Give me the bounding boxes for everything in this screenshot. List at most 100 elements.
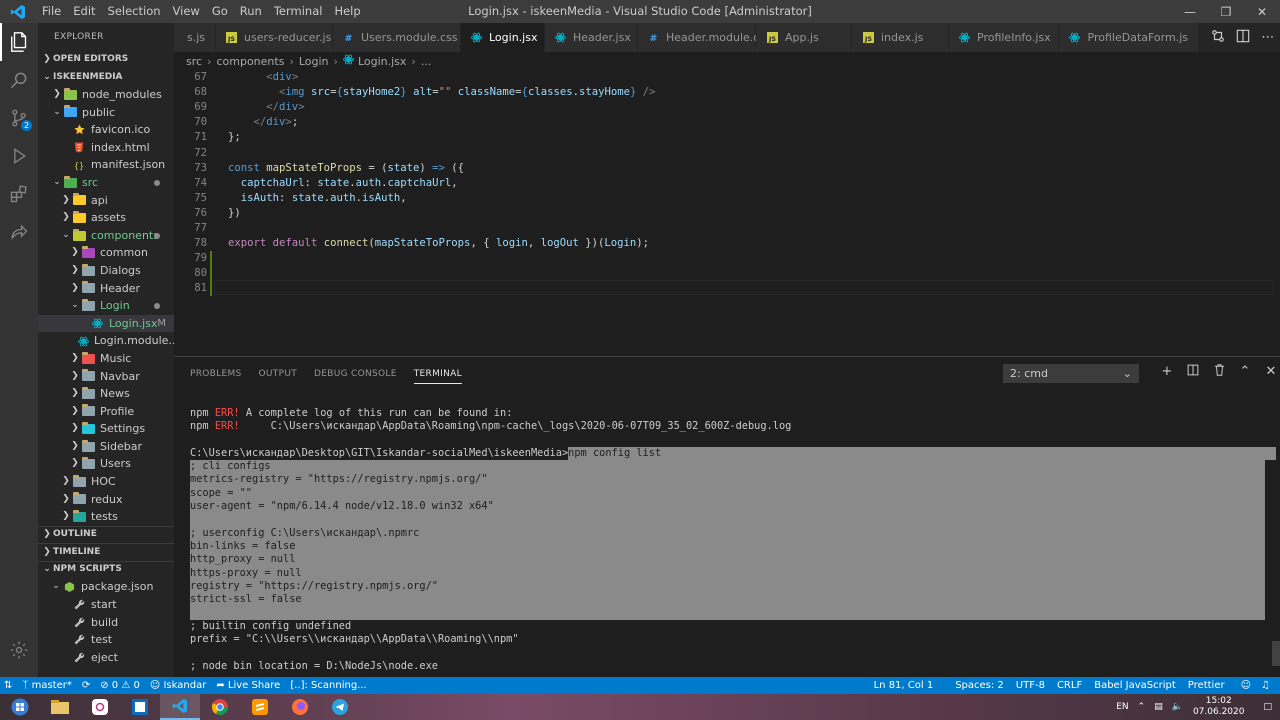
tree-folder[interactable]: ❯ assets <box>38 209 174 227</box>
close-panel-icon[interactable]: ✕ <box>1258 364 1280 380</box>
editor-tab[interactable]: s.js <box>174 23 216 52</box>
sync-icon[interactable]: ⟳ <box>82 680 90 691</box>
outlook-icon[interactable] <box>120 694 160 720</box>
tree-folder[interactable]: ❯ Header <box>38 280 174 298</box>
tree-folder[interactable]: ❯ Users <box>38 455 174 473</box>
editor-tab[interactable]: JS index.js <box>852 23 949 52</box>
new-terminal-icon[interactable]: + <box>1154 364 1180 380</box>
file-explorer-icon[interactable] <box>40 694 80 720</box>
feedback-icon[interactable]: ☺ <box>1241 680 1251 691</box>
timeline-header[interactable]: ❯ TIMELINE <box>38 543 174 561</box>
cursor-position[interactable]: Ln 81, Col 1 <box>874 680 934 691</box>
notification-center-icon[interactable]: □ <box>1263 702 1272 712</box>
editor-tab[interactable]: # Users.module.css <box>333 23 461 52</box>
telegram-icon[interactable] <box>320 694 360 720</box>
editor-tab[interactable]: ProfileInfo.jsx <box>949 23 1059 52</box>
tree-folder[interactable]: ❯ Sidebar <box>38 438 174 456</box>
tree-folder[interactable]: ❯ redux <box>38 491 174 509</box>
remote-icon[interactable]: ⇅ <box>4 680 12 691</box>
breadcrumb-components[interactable]: components <box>216 55 284 68</box>
npm-script-item[interactable]: eject <box>38 649 174 667</box>
tree-folder[interactable]: ❯ tests <box>38 508 174 526</box>
tree-folder[interactable]: ⌄ src <box>38 174 174 192</box>
maximize-panel-icon[interactable]: ⌃ <box>1232 364 1258 380</box>
npm-scripts-header[interactable]: ⌄ NPM SCRIPTS <box>38 560 174 579</box>
indentation[interactable]: Spaces: 2 <box>955 680 1004 691</box>
network-icon[interactable]: ▤ <box>1154 702 1163 712</box>
menu-file[interactable]: File <box>36 0 67 23</box>
firefox-icon[interactable] <box>280 694 320 720</box>
tree-file[interactable]: favicon.ico <box>38 121 174 139</box>
tree-folder[interactable]: ❯ Dialogs <box>38 262 174 280</box>
menu-edit[interactable]: Edit <box>67 0 101 23</box>
tree-folder[interactable]: ❯ Navbar <box>38 368 174 386</box>
editor-tab[interactable]: Header.jsx <box>545 23 638 52</box>
volume-icon[interactable]: 🔈 <box>1172 702 1183 712</box>
tray-chevron-icon[interactable]: ⌃ <box>1138 702 1146 712</box>
problems-indicator[interactable]: ⊘ 0 ⚠ 0 <box>100 680 140 691</box>
npm-script-item[interactable]: test <box>38 631 174 649</box>
terminal-scrollbar[interactable] <box>1272 641 1280 666</box>
tree-folder[interactable]: ❯ Music <box>38 350 174 368</box>
terminal-select[interactable]: 2: cmd ⌄ <box>1003 364 1139 383</box>
npm-script-item[interactable]: build <box>38 614 174 632</box>
language-mode[interactable]: Babel JavaScript <box>1094 680 1176 691</box>
tree-file[interactable]: index.html <box>38 139 174 157</box>
formatter[interactable]: Prettier <box>1188 680 1225 691</box>
tab-problems[interactable]: PROBLEMS <box>190 365 242 383</box>
explorer-icon[interactable] <box>0 23 38 61</box>
minimize-icon[interactable]: — <box>1172 0 1208 23</box>
terminal-output[interactable]: npm ERR! A complete log of this run can … <box>190 407 1277 673</box>
live-share-item[interactable]: ➦ Live Share <box>216 680 280 691</box>
editor-tab[interactable]: # Header.module.css <box>638 23 771 52</box>
tree-folder[interactable]: ❯ Settings <box>38 420 174 438</box>
tree-file[interactable]: Login.module.... <box>38 332 174 350</box>
menu-selection[interactable]: Selection <box>102 0 167 23</box>
tree-folder[interactable]: ⌄ public <box>38 104 174 122</box>
split-editor-icon[interactable] <box>1236 29 1250 46</box>
live-share-icon[interactable] <box>0 213 38 251</box>
menu-go[interactable]: Go <box>206 0 234 23</box>
clock[interactable]: 15:02 07.06.2020 <box>1193 696 1245 718</box>
tab-output[interactable]: OUTPUT <box>259 365 297 383</box>
menu-help[interactable]: Help <box>328 0 366 23</box>
npm-script-item[interactable]: start <box>38 596 174 614</box>
vscode-taskbar-icon[interactable] <box>160 694 200 720</box>
code-editor[interactable]: 67 <div> 68 <img src={stayHome2} alt="" c… <box>174 70 1280 356</box>
close-window-icon[interactable]: ✕ <box>1244 0 1280 23</box>
tab-terminal[interactable]: TERMINAL <box>413 365 462 384</box>
tree-folder[interactable]: ⌄ components <box>38 227 174 245</box>
editor-tab[interactable]: ProfileDataForm.js <box>1059 23 1199 52</box>
encoding[interactable]: UTF-8 <box>1016 680 1045 691</box>
windows-start-icon[interactable] <box>0 694 40 720</box>
editor-tab[interactable]: JS users-reducer.js <box>216 23 333 52</box>
account-item[interactable]: ☺ Iskandar <box>150 680 206 691</box>
open-changes-icon[interactable] <box>1211 29 1225 46</box>
tree-folder[interactable]: ❯ News <box>38 385 174 403</box>
editor-tab[interactable]: JS App.js <box>756 23 852 52</box>
restore-icon[interactable]: ❐ <box>1208 0 1244 23</box>
breadcrumb-file[interactable]: Login.jsx <box>358 55 406 68</box>
git-branch[interactable]: ᛉ master* <box>22 680 71 691</box>
run-debug-icon[interactable] <box>0 137 38 175</box>
search-icon[interactable] <box>0 61 38 99</box>
input-language[interactable]: EN <box>1116 702 1128 712</box>
menu-terminal[interactable]: Terminal <box>268 0 329 23</box>
chrome-icon[interactable] <box>200 694 240 720</box>
npm-package-item[interactable]: ⌄ package.json <box>38 578 174 596</box>
trash-icon[interactable] <box>1206 364 1232 380</box>
notifications-bell-icon[interactable]: ♫ <box>1261 680 1270 691</box>
tree-file[interactable]: {} manifest.json <box>38 156 174 174</box>
line-ending[interactable]: CRLF <box>1057 680 1082 691</box>
tree-folder[interactable]: ⌄ Login <box>38 297 174 315</box>
tree-folder[interactable]: ❯ HOC <box>38 473 174 491</box>
source-control-icon[interactable]: 2 <box>0 99 38 137</box>
tree-folder[interactable]: ❯ common <box>38 244 174 262</box>
editor-tab[interactable]: Login.jsx✕ <box>461 23 562 52</box>
more-actions-icon[interactable]: ⋯ <box>1261 30 1274 45</box>
split-terminal-icon[interactable] <box>1180 364 1206 380</box>
extensions-icon[interactable] <box>0 175 38 213</box>
instagram-icon[interactable] <box>80 694 120 720</box>
tab-debug-console[interactable]: DEBUG CONSOLE <box>314 365 397 383</box>
manage-gear-icon[interactable] <box>0 631 38 669</box>
